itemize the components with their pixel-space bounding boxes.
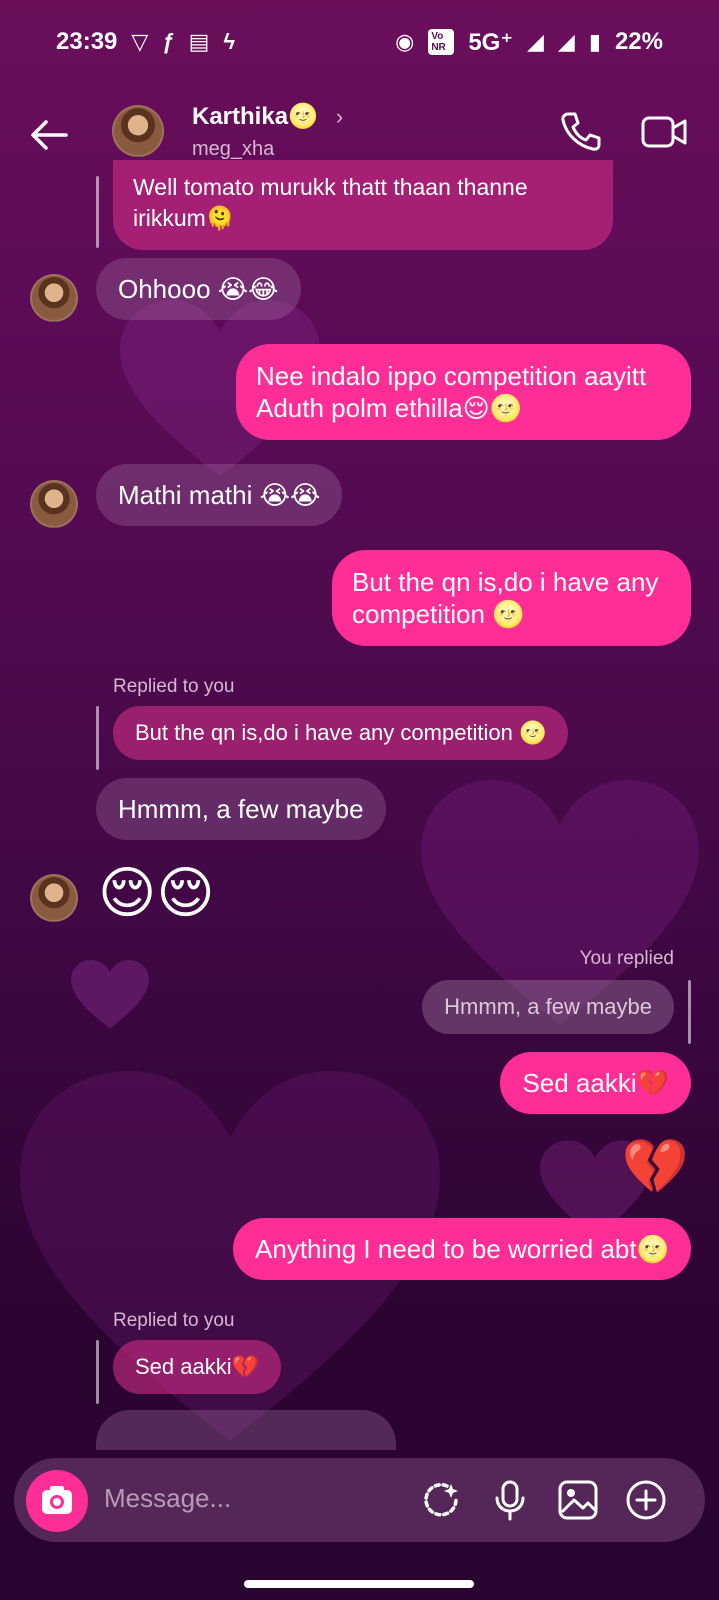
app-notification-icon: ƒ: [162, 29, 175, 54]
message-bubble-outgoing[interactable]: Nee indalo ippo competition aayitt Aduth…: [236, 344, 691, 440]
sticker-sparkle-icon[interactable]: [419, 1478, 463, 1522]
message-bubble-incoming[interactable]: Mathi mathi 😭😭: [96, 464, 343, 526]
message-text-line: Nee indalo ippo competition aayitt: [256, 361, 647, 391]
reply-quote-bar: [96, 1340, 99, 1404]
reply-quote-bubble[interactable]: Hmmm, a few maybe: [422, 980, 674, 1034]
camera-button[interactable]: [26, 1470, 88, 1532]
message-text: Well tomato murukk thatt thaan thanne ir…: [133, 174, 528, 231]
message-composer: Message...: [14, 1458, 705, 1542]
message-text-line: competition 🌝: [352, 599, 525, 629]
message-text-line: But the qn is,do i have any: [352, 567, 659, 597]
status-bar-right: ◉ Vo NR 5G⁺ ◢ ◢ ▮ 22%: [395, 28, 663, 57]
gallery-icon[interactable]: [556, 1478, 600, 1522]
replied-to-you-label: Replied to you: [113, 1310, 235, 1331]
signal-icon-2: ◢: [557, 29, 575, 54]
contact-name: Karthika🌝: [192, 103, 318, 130]
sender-avatar[interactable]: [30, 874, 78, 922]
message-bubble-incoming[interactable]: Hmmm, a few maybe: [96, 778, 386, 840]
hotspot-icon: ◉: [395, 29, 415, 54]
sender-avatar[interactable]: [30, 480, 78, 528]
chevron-right-icon: ›: [335, 103, 344, 129]
message-bubble-outgoing[interactable]: Sed aakki💔: [500, 1052, 691, 1114]
microphone-icon[interactable]: [488, 1478, 532, 1522]
video-camera-icon[interactable]: [640, 110, 688, 154]
status-bar-left: 23:39 ▽ ƒ ▤ ϟ: [56, 28, 235, 56]
replied-to-you-label: Replied to you: [113, 676, 235, 697]
message-bubble-outgoing[interactable]: Anything I need to be worried abt🌝: [233, 1218, 691, 1280]
message-bubble-outgoing[interactable]: But the qn is,do i have any competition …: [332, 550, 691, 646]
reply-quote-bar: [96, 706, 99, 770]
home-indicator[interactable]: [244, 1580, 474, 1588]
message-text: Mathi mathi 😭😭: [118, 480, 321, 510]
reply-quote-text: Hmmm, a few maybe: [444, 994, 652, 1019]
back-arrow-icon[interactable]: [26, 112, 72, 158]
emoji-message[interactable]: 😌😌: [98, 858, 215, 928]
phone-icon[interactable]: [558, 108, 604, 154]
message-bubble-incoming-clipped[interactable]: [96, 1410, 396, 1450]
reply-quote-text: Sed aakki💔: [135, 1354, 260, 1379]
background-heart-decoration: [71, 960, 149, 1029]
message-text: Ohhooo 😭😂: [118, 274, 279, 304]
message-bubble-incoming[interactable]: Well tomato murukk thatt thaan thanne ir…: [113, 160, 613, 250]
contact-avatar[interactable]: [112, 105, 164, 157]
message-input[interactable]: Message...: [104, 1483, 231, 1514]
battery-icon: ▮: [588, 29, 601, 54]
status-bar: 23:39 ▽ ƒ ▤ ϟ ◉ Vo NR 5G⁺ ◢ ◢ ▮ 22%: [0, 0, 719, 84]
reply-quote-bar: [688, 980, 691, 1044]
camera-icon: [42, 1486, 72, 1514]
message-text: Anything I need to be worried abt🌝: [255, 1234, 669, 1264]
reply-quote-bubble[interactable]: But the qn is,do i have any competition …: [113, 706, 569, 760]
signal-icon: ◢: [527, 29, 544, 54]
reply-quote-text: But the qn is,do i have any competition …: [135, 720, 547, 745]
contact-name-button[interactable]: Karthika🌝 ›: [192, 102, 343, 131]
calendar-icon: ▤: [188, 29, 210, 54]
message-text: Hmmm, a few maybe: [118, 794, 364, 824]
you-replied-label: You replied: [579, 948, 674, 969]
reply-quote-bar: [96, 176, 99, 248]
message-bubble-incoming[interactable]: Ohhooo 😭😂: [96, 258, 301, 320]
volte-icon: Vo NR: [428, 29, 455, 55]
vpn-icon: ▽: [131, 29, 149, 54]
sender-avatar[interactable]: [30, 274, 78, 322]
network-type: 5G⁺: [468, 28, 513, 56]
message-text-line: Aduth polm ethilla😌🌝: [256, 393, 523, 423]
emoji-message[interactable]: 💔: [622, 1134, 689, 1200]
reply-quote-bubble[interactable]: Sed aakki💔: [113, 1340, 282, 1394]
charging-bolt-icon: ϟ: [223, 29, 236, 54]
message-text: Sed aakki💔: [522, 1068, 669, 1098]
clock: 23:39: [56, 28, 118, 55]
contact-username: meg_xha: [192, 138, 275, 160]
battery-percent: 22%: [614, 28, 663, 55]
plus-circle-icon[interactable]: [624, 1478, 668, 1522]
